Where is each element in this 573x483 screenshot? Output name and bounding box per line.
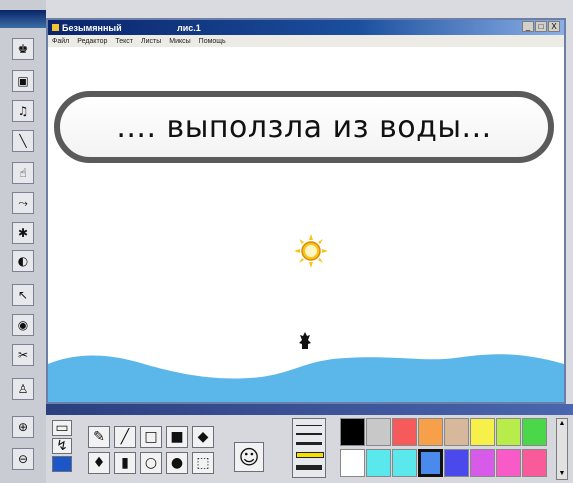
creature-icon	[299, 332, 311, 349]
paint-window: Безымянный лис.1 _ □ X Файл Редактор Тек…	[46, 18, 566, 404]
color-swatch[interactable]	[392, 418, 417, 446]
mode-paint-icon[interactable]	[52, 456, 72, 472]
line-width-selected[interactable]	[296, 452, 324, 458]
color-swatch[interactable]	[340, 449, 365, 477]
pointer-hand-icon[interactable]: ☝	[12, 162, 34, 184]
menu-file[interactable]: Файл	[52, 38, 69, 45]
minimize-button[interactable]: _	[522, 21, 534, 32]
sun-icon	[294, 234, 328, 268]
line-width-selector[interactable]	[292, 418, 326, 478]
left-tool-strip: ♚ ▣ ♫ ╲ ☝ ⤳ ✱ ◐ ↖ ◉ ✂ ♙ ⊕ ⊖	[0, 0, 46, 483]
palette-scrollbar[interactable]: ▲ ▼	[556, 418, 568, 480]
app-icon	[52, 24, 59, 31]
mode-draw-icon[interactable]: ▭	[52, 420, 72, 436]
line-width-heavy[interactable]	[296, 465, 322, 470]
water-area	[48, 354, 564, 402]
path-tool-icon[interactable]: ⤳	[12, 192, 34, 214]
maximize-button[interactable]: □	[535, 21, 547, 32]
image-tool-icon[interactable]: ▣	[12, 70, 34, 92]
filled-rectangle-icon[interactable]: ■	[166, 426, 188, 448]
color-swatch[interactable]	[444, 449, 469, 477]
person-tool-icon[interactable]: ♙	[12, 378, 34, 400]
stamp-brush-icon[interactable]: ▮	[114, 452, 136, 474]
color-swatch[interactable]	[366, 449, 391, 477]
line-width-thick[interactable]	[296, 442, 322, 445]
caption-text: .... выползла из воды...	[116, 109, 492, 145]
eraser-icon[interactable]: ◆	[192, 426, 214, 448]
scroll-up-icon[interactable]: ▲	[557, 419, 567, 429]
color-swatch[interactable]	[522, 449, 547, 477]
color-swatch[interactable]	[470, 418, 495, 446]
selection-icon[interactable]: ⬚	[192, 452, 214, 474]
face-stamp-icon[interactable]: ☺	[234, 442, 264, 472]
line-width-thin[interactable]	[296, 425, 322, 426]
filled-ellipse-icon[interactable]: ●	[166, 452, 188, 474]
eye-tool-icon[interactable]: ◉	[12, 314, 34, 336]
gear-tool-icon[interactable]: ✱	[12, 222, 34, 244]
zoom-out-icon[interactable]: ⊖	[12, 448, 34, 470]
mode-stamp-icon[interactable]: ↯	[52, 438, 72, 454]
close-button[interactable]: X	[548, 21, 560, 32]
color-swatch[interactable]	[522, 418, 547, 446]
menu-text[interactable]: Текст	[115, 38, 133, 45]
brush-icon[interactable]: ✎	[88, 426, 110, 448]
toolbar-header	[46, 404, 573, 415]
color-swatch[interactable]	[496, 418, 521, 446]
color-swatch[interactable]	[392, 449, 417, 477]
color-swatch[interactable]	[366, 418, 391, 446]
color-tool-icon[interactable]: ◐	[12, 250, 34, 272]
scissors-icon[interactable]: ✂	[12, 344, 34, 366]
left-strip-header	[0, 10, 46, 28]
line-icon[interactable]: ╱	[114, 426, 136, 448]
bottom-toolbar: ▭ ↯ ✎ ╱ □ ■ ◆ ♦ ▮ ○ ● ⬚ ☺ ▲ ▼	[46, 404, 573, 483]
menu-help[interactable]: Помощь	[199, 38, 226, 45]
color-swatch[interactable]	[470, 449, 495, 477]
color-swatch[interactable]	[418, 418, 443, 446]
zoom-in-icon[interactable]: ⊕	[12, 416, 34, 438]
color-swatch[interactable]	[496, 449, 521, 477]
title-bar: Безымянный лис.1 _ □ X	[48, 20, 564, 35]
menu-mix[interactable]: Миксы	[169, 38, 190, 45]
color-palette	[340, 418, 550, 480]
ellipse-icon[interactable]: ○	[140, 452, 162, 474]
music-tool-icon[interactable]: ♫	[12, 100, 34, 122]
document-name: лис.1	[177, 22, 201, 33]
menu-sheets[interactable]: Листы	[141, 38, 161, 45]
rectangle-icon[interactable]: □	[140, 426, 162, 448]
menu-editor[interactable]: Редактор	[77, 38, 107, 45]
line-width-medium[interactable]	[296, 433, 322, 435]
caption-bubble: .... выползла из воды...	[54, 91, 554, 163]
scroll-down-icon[interactable]: ▼	[557, 469, 567, 479]
menu-bar: Файл Редактор Текст Листы Миксы Помощь	[48, 35, 564, 47]
color-swatch[interactable]	[418, 449, 443, 477]
pencil-tool-icon[interactable]: ╲	[12, 130, 34, 152]
color-swatch[interactable]	[444, 418, 469, 446]
drawing-canvas[interactable]: .... выползла из воды...	[48, 47, 564, 402]
window-controls: _ □ X	[522, 21, 560, 32]
arrow-select-icon[interactable]: ↖	[12, 284, 34, 306]
window-title: Безымянный	[62, 22, 122, 33]
fill-bucket-icon[interactable]: ♦	[88, 452, 110, 474]
color-swatch[interactable]	[340, 418, 365, 446]
stamp-tool-icon[interactable]: ♚	[12, 38, 34, 60]
